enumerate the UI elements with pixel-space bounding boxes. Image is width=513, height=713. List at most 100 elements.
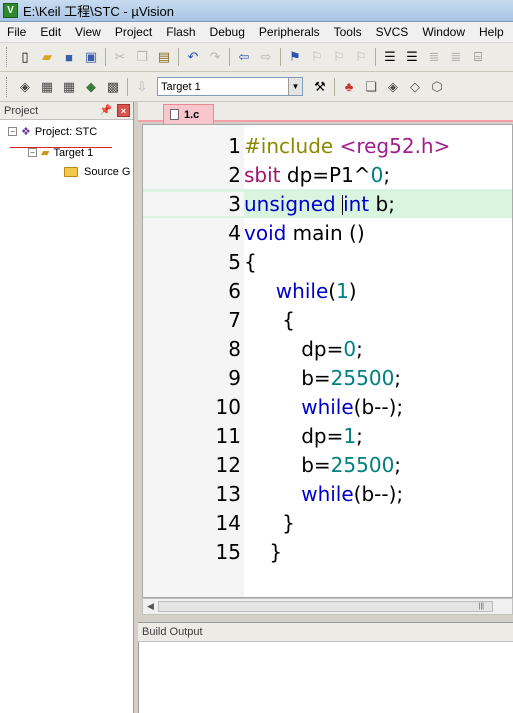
unindent-icon[interactable]: ☰ [401,46,423,68]
project-panel-header: Project 📌 × [0,102,133,120]
new-file-icon[interactable]: ▯ [14,46,36,68]
collapse-icon[interactable]: − [8,127,17,136]
code-line[interactable]: 8 dp=0; [143,334,512,363]
select-device-icon[interactable]: ⬡ [426,76,448,98]
stop-build-icon[interactable]: ▩ [102,76,124,98]
nav-forward-icon[interactable]: ⇨ [255,46,277,68]
load-download-icon[interactable]: ⇩ [131,76,153,98]
code-line-current[interactable]: 3 unsigned int b; [143,189,512,218]
code-line[interactable]: 2 sbit dp=P1^0; [143,160,512,189]
next-bookmark-icon[interactable]: ⚐ [328,46,350,68]
bookmark-icon[interactable]: ⚑ [284,46,306,68]
rebuild-icon[interactable]: ▦ [58,76,80,98]
prev-bookmark-icon[interactable]: ⚐ [306,46,328,68]
paste-icon[interactable]: ▤ [153,46,175,68]
code-line[interactable]: 5 { [143,247,512,276]
code-line[interactable]: 11 dp=1; [143,421,512,450]
target-options-icon[interactable]: ⚒ [309,76,331,98]
code-line[interactable]: 13 while(b--); [143,479,512,508]
code-line[interactable]: 7 { [143,305,512,334]
build-output-text[interactable] [138,642,513,713]
code-line[interactable]: 9 b=25500; [143,363,512,392]
line-number: 11 [215,423,241,448]
toolbar-separator [105,48,106,66]
menu-peripherals[interactable]: Peripherals [252,22,327,43]
code-editor[interactable]: 1 #include <reg52.h> 2 sbit dp=P1^0; 3 u… [142,124,513,598]
code-text: unsigned int b; [244,191,395,216]
code-line[interactable]: 6 while(1) [143,276,512,305]
manage-components-icon[interactable]: ♣ [338,76,360,98]
open-folder-icon[interactable]: ▰ [36,46,58,68]
menu-window[interactable]: Window [415,22,472,43]
menu-edit[interactable]: Edit [33,22,68,43]
comment-icon[interactable]: ≣ [423,46,445,68]
editor-area: 1.c 1 #include <reg52.h> 2 sbit dp=P1^0;… [138,102,513,617]
code-line[interactable]: 4 void main () [143,218,512,247]
translate-icon[interactable]: ◈ [14,76,36,98]
find-in-files-icon[interactable]: ⌸ [467,46,489,68]
cut-icon[interactable]: ✂ [109,46,131,68]
horizontal-scrollbar[interactable]: ◀ ||| [142,598,513,615]
code-line[interactable]: 14 } [143,508,512,537]
code-line[interactable]: 10 while(b--); [143,392,512,421]
toolbar-separator [229,48,230,66]
build-icon[interactable]: ▦ [36,76,58,98]
collapse-icon[interactable]: − [28,148,37,157]
pin-icon[interactable]: 📌 [100,105,112,116]
indent-icon[interactable]: ☰ [379,46,401,68]
undo-icon[interactable]: ↶ [182,46,204,68]
menu-tools[interactable]: Tools [327,22,369,43]
project-panel: Project 📌 × − ❖ Project: STC − ▰ Target … [0,102,134,713]
clear-bookmarks-icon[interactable]: ⚐ [350,46,372,68]
menu-view[interactable]: View [68,22,108,43]
menu-help[interactable]: Help [472,22,511,43]
uvision-app-icon: V [3,3,18,18]
toolbar-separator [280,48,281,66]
code-text: { [244,307,295,332]
menu-svcs[interactable]: SVCS [369,22,416,43]
tab-file[interactable]: 1.c [163,104,215,124]
tree-item-target[interactable]: − ▰ Target 1 [28,146,93,159]
code-line[interactable]: 15 } [143,537,512,566]
build-output-header: Build Output [138,623,513,642]
menu-file[interactable]: File [0,22,33,43]
build-output-panel: Build Output [138,622,513,713]
toolbar-grip[interactable] [6,76,9,97]
chevron-down-icon[interactable]: ▼ [288,78,302,95]
nav-back-icon[interactable]: ⇦ [233,46,255,68]
toolbar-grip[interactable] [6,47,9,67]
code-text: while(b--); [301,481,404,506]
scrollbar-thumb[interactable]: ||| [158,601,493,612]
target-select[interactable]: Target 1 ▼ [157,77,303,96]
code-text: b=25500; [244,365,402,390]
code-line[interactable]: 12 b=25500; [143,450,512,479]
menu-debug[interactable]: Debug [203,22,252,43]
uncomment-icon[interactable]: ≣ [445,46,467,68]
tree-item-source-group[interactable]: Source G [64,166,130,178]
run-time-environment-icon[interactable]: ◈ [382,76,404,98]
scroll-left-icon[interactable]: ◀ [143,601,158,612]
code-text: dp=0; [244,336,363,361]
save-icon[interactable]: ■ [58,46,80,68]
code-line[interactable]: 1 #include <reg52.h> [143,131,512,160]
window-title: E:\Keil 工程\STC - µVision [23,4,175,19]
line-number: 10 [215,394,241,419]
line-number: 13 [215,481,241,506]
code-text: } [244,510,295,535]
file-extensions-icon[interactable]: ❏ [360,76,382,98]
code-text: sbit dp=P1^0; [244,162,391,187]
project-icon: ❖ [21,126,31,138]
close-icon[interactable]: × [117,104,130,117]
pack-installer-icon[interactable]: ◇ [404,76,426,98]
batch-build-icon[interactable]: ◆ [80,76,102,98]
copy-icon[interactable]: ❐ [131,46,153,68]
menu-flash[interactable]: Flash [159,22,202,43]
build-toolbar: ◈ ▦ ▦ ◆ ▩ ⇩ Target 1 ▼ ⚒ ♣ ❏ ◈ ◇ ⬡ [0,72,513,102]
line-number: 2 [228,162,241,187]
save-all-icon[interactable]: ▣ [80,46,102,68]
redo-icon[interactable]: ↷ [204,46,226,68]
title-bar: V E:\Keil 工程\STC - µVision [0,0,513,22]
line-number: 6 [228,278,241,303]
tree-item-project[interactable]: − ❖ Project: STC [8,125,97,138]
menu-project[interactable]: Project [108,22,159,43]
